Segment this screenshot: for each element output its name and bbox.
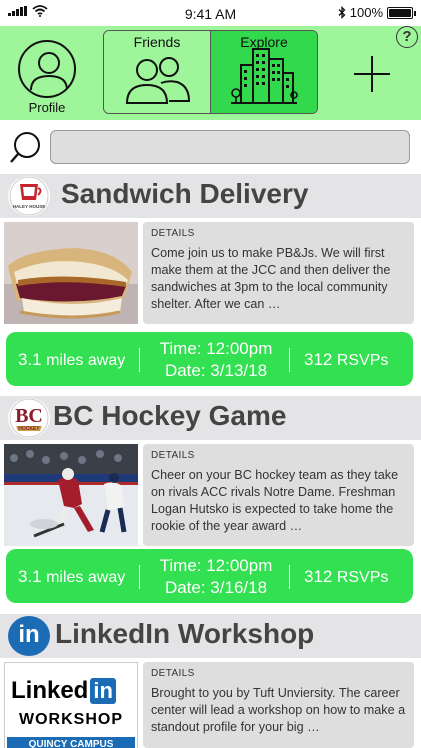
status-bar: 9:41 AM 100% <box>0 0 421 26</box>
event-body: Linked in WORKSHOP QUINCY CAMPUS DETAILS … <box>0 658 421 748</box>
event-title-bar[interactable]: in LinkedIn Workshop <box>0 614 421 658</box>
rsvp-number: 312 <box>304 567 333 586</box>
details-text: Brought to you by Tuft Unviersity. The c… <box>151 686 406 734</box>
profile-avatar-icon <box>18 40 76 98</box>
event-stats-bar[interactable]: 3.1 miles away Time: 12:00pm Date: 3/13/… <box>6 332 413 386</box>
divider <box>139 565 140 589</box>
linkedin-workshop-image: Linked in WORKSHOP QUINCY CAMPUS <box>4 662 138 748</box>
image-text-campus: QUINCY CAMPUS <box>7 737 135 748</box>
divider <box>139 348 140 372</box>
tab-explore[interactable]: Explore <box>211 31 317 113</box>
event-date: Date: 3/16/18 <box>164 578 268 597</box>
event-date: Date: 3/13/18 <box>164 361 268 380</box>
event-time: Time: 12:00pm <box>159 339 273 358</box>
event-title-bar[interactable]: BC HOCKEY BC Hockey Game <box>0 396 421 440</box>
event-body: DETAILS Come join us to make PB&Js. We w… <box>0 218 421 328</box>
details-label: DETAILS <box>151 668 195 679</box>
profile-button[interactable]: Profile <box>14 40 80 115</box>
search-input[interactable] <box>50 130 410 164</box>
profile-label: Profile <box>28 100 66 115</box>
event-title-bar[interactable]: HALEY HOUSE Sandwich Delivery <box>0 174 421 218</box>
rsvp-count: 312 RSVPs <box>304 567 388 587</box>
city-icon <box>231 48 298 104</box>
distance-value: 3.1 <box>18 350 42 369</box>
details-label: DETAILS <box>151 228 195 239</box>
rsvp-label: RSVPs <box>336 569 389 586</box>
divider <box>289 565 290 589</box>
battery-percent: 100% <box>349 5 383 20</box>
distance: 3.1 miles away <box>18 350 125 370</box>
search-row <box>0 120 421 174</box>
details-text: Cheer on your BC hockey team as they tak… <box>151 468 399 533</box>
svg-text:BC: BC <box>15 405 43 427</box>
distance-unit: miles away <box>46 352 126 369</box>
image-text-in: in <box>90 678 116 704</box>
event-title: BC Hockey Game <box>53 400 287 431</box>
rsvp-number: 312 <box>304 350 333 369</box>
image-text-linked: Linked <box>11 677 89 704</box>
app-header: Profile Friends Explore ? <box>0 26 421 120</box>
divider <box>289 348 290 372</box>
distance-value: 3.1 <box>18 567 42 586</box>
event-stats-bar[interactable]: 3.1 miles away Time: 12:00pm Date: 3/16/… <box>6 549 413 603</box>
event-time: Time: 12:00pm <box>159 556 273 575</box>
details-label: DETAILS <box>151 450 195 461</box>
event-details[interactable]: DETAILS Come join us to make PB&Js. We w… <box>143 222 414 324</box>
search-icon[interactable] <box>8 130 44 166</box>
image-text-workshop: WORKSHOP <box>19 711 123 728</box>
distance-unit: miles away <box>46 569 126 586</box>
event-logo-text: HOCKEY <box>18 426 40 432</box>
distance: 3.1 miles away <box>18 567 125 587</box>
hockey-image <box>4 444 138 546</box>
tab-friends[interactable]: Friends <box>104 31 211 113</box>
event-details[interactable]: DETAILS Cheer on your BC hockey team as … <box>143 444 414 546</box>
sandwich-image <box>4 222 138 324</box>
event-logo-text: HALEY HOUSE <box>12 204 46 209</box>
details-text: Come join us to make PB&Js. We will firs… <box>151 246 391 311</box>
rsvp-label: RSVPs <box>336 352 389 369</box>
battery-indicators: 100% <box>338 5 416 20</box>
linkedin-logo-icon: in <box>8 616 50 656</box>
rsvp-count: 312 RSVPs <box>304 350 388 370</box>
battery-icon <box>387 6 416 19</box>
event-datetime: Time: 12:00pm Date: 3/16/18 <box>150 555 282 599</box>
event-logo: BC HOCKEY <box>8 398 50 438</box>
event-title: Sandwich Delivery <box>61 178 309 209</box>
event-title: LinkedIn Workshop <box>55 618 315 649</box>
event-body: DETAILS Cheer on your BC hockey team as … <box>0 440 421 550</box>
event-details[interactable]: DETAILS Brought to you by Tuft Unviersit… <box>143 662 414 748</box>
event-datetime: Time: 12:00pm Date: 3/13/18 <box>150 338 282 382</box>
event-logo-text: in <box>18 621 40 648</box>
help-button[interactable]: ? <box>396 26 418 48</box>
event-logo: HALEY HOUSE <box>8 176 50 216</box>
feed-tab-group: Friends Explore <box>103 30 318 114</box>
tab-friends-label: Friends <box>133 34 181 50</box>
bluetooth-icon <box>338 6 346 19</box>
plus-icon[interactable] <box>352 54 392 94</box>
friends-icon <box>125 57 191 104</box>
